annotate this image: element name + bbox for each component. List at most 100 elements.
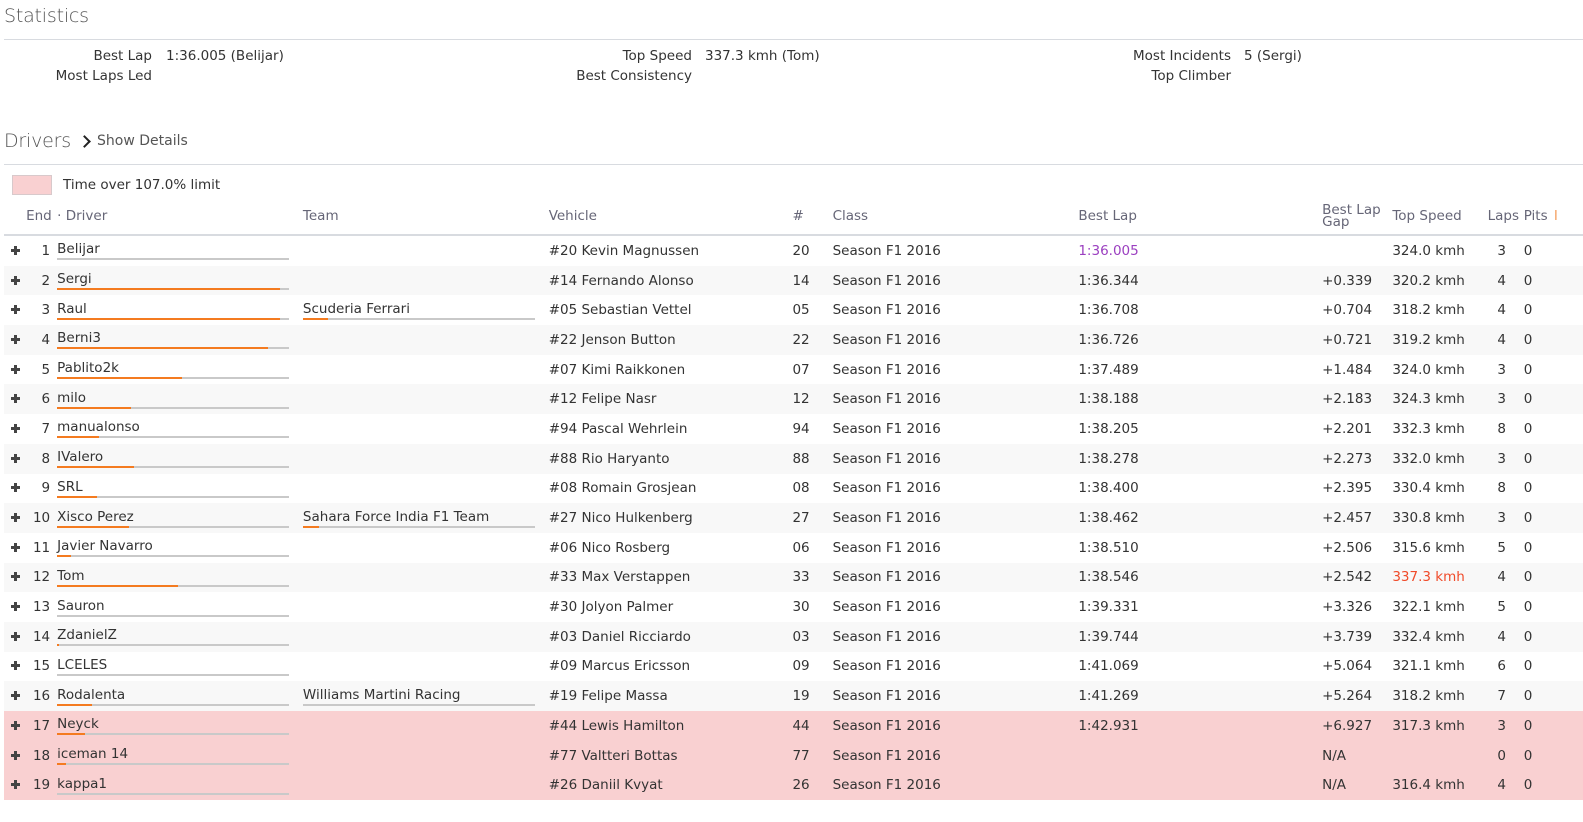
pits-cell: 0	[1523, 599, 1533, 616]
table-row[interactable]: 8 IValero #88 Rio Haryanto 88 Season F1 …	[4, 443, 1583, 474]
expand-cell[interactable]	[4, 355, 26, 385]
team-name-link[interactable]: Williams Martini Racing	[303, 687, 535, 704]
table-row[interactable]: 17 Neyck #44 Lewis Hamilton 44 Season F1…	[4, 711, 1583, 741]
table-row[interactable]: 14 ZdanielZ #03 Daniel Ricciardo 03 Seas…	[4, 621, 1583, 652]
expand-plus-icon[interactable]	[10, 364, 20, 374]
driver-cell: ZdanielZ	[52, 621, 303, 652]
expand-plus-icon[interactable]	[10, 483, 20, 493]
table-row[interactable]: 9 SRL #08 Romain Grosjean 08 Season F1 2…	[4, 474, 1583, 504]
driver-name-link[interactable]: kappa1	[57, 776, 289, 793]
column-header-number[interactable]: #	[792, 197, 833, 236]
pits-cell: 0	[1523, 539, 1533, 556]
driver-name-link[interactable]: LCELES	[57, 657, 289, 674]
expand-cell[interactable]	[4, 770, 27, 801]
expand-plus-icon[interactable]	[10, 305, 20, 315]
show-details-toggle[interactable]: Show Details	[78, 133, 188, 149]
driver-name-link[interactable]: ZdanielZ	[57, 627, 289, 644]
expand-cell[interactable]	[4, 503, 27, 533]
driver-name-link[interactable]: Sauron	[57, 598, 289, 615]
expand-plus-icon[interactable]	[10, 513, 20, 523]
table-row[interactable]: 5 Pablito2k #07 Kimi Raikkonen 07 Season…	[4, 355, 1583, 385]
expand-cell[interactable]	[4, 592, 26, 622]
table-row[interactable]: 19 kappa1 #26 Daniil Kvyat 26 Season F1 …	[4, 770, 1583, 801]
driver-name-link[interactable]: SRL	[57, 479, 289, 496]
driver-name-link[interactable]: Rodalenta	[57, 687, 289, 704]
expand-plus-icon[interactable]	[10, 572, 20, 582]
expand-plus-icon[interactable]	[10, 334, 20, 344]
driver-name-link[interactable]: Belijar	[57, 241, 289, 258]
table-row[interactable]: 11 Javier Navarro #06 Nico Rosberg 06 Se…	[4, 533, 1583, 563]
column-header-best-lap-gap[interactable]: Best Lap Gap	[1322, 197, 1393, 236]
expand-plus-icon[interactable]	[10, 423, 20, 433]
team-name-link[interactable]: Sahara Force India F1 Team	[303, 509, 535, 526]
driver-bar: Sauron	[57, 598, 290, 617]
column-header-incidents[interactable]: I	[1553, 197, 1583, 236]
expand-plus-icon[interactable]	[10, 631, 20, 641]
expand-cell[interactable]	[4, 740, 27, 771]
expand-cell[interactable]	[4, 474, 26, 504]
expand-cell[interactable]	[4, 265, 27, 296]
expand-cell[interactable]	[4, 235, 26, 266]
table-row[interactable]: 16 Rodalenta Williams Martini Racing #19…	[4, 681, 1583, 711]
team-name-link[interactable]: Scuderia Ferrari	[303, 301, 535, 318]
driver-name-link[interactable]: Raul	[57, 301, 289, 318]
expand-plus-icon[interactable]	[10, 602, 20, 612]
column-header-vehicle[interactable]: Vehicle	[548, 197, 793, 236]
expand-plus-icon[interactable]	[10, 275, 20, 285]
expand-plus-icon[interactable]	[10, 661, 20, 671]
expand-plus-icon[interactable]	[10, 780, 20, 790]
column-header-laps[interactable]: Laps	[1487, 197, 1519, 236]
end-position: 17	[26, 711, 53, 741]
driver-name-link[interactable]: Xisco Perez	[57, 509, 289, 526]
column-header-class[interactable]: Class	[832, 197, 1079, 236]
driver-name-link[interactable]: Javier Navarro	[57, 538, 289, 555]
expand-plus-icon[interactable]	[10, 453, 20, 463]
expand-cell[interactable]	[4, 652, 26, 682]
expand-plus-icon[interactable]	[10, 691, 20, 701]
column-header-driver[interactable]: · Driver	[52, 197, 303, 236]
expand-cell[interactable]	[4, 711, 27, 741]
table-row[interactable]: 10 Xisco Perez Sahara Force India F1 Tea…	[4, 503, 1583, 533]
expand-plus-icon[interactable]	[10, 720, 20, 730]
column-header-team[interactable]: Team	[302, 197, 549, 236]
expand-plus-icon[interactable]	[10, 245, 20, 255]
table-row[interactable]: 4 Berni3 #22 Jenson Button 22 Season F1 …	[4, 325, 1583, 355]
expand-cell[interactable]	[4, 443, 27, 474]
column-header-top-speed[interactable]: Top Speed	[1392, 197, 1488, 236]
expand-plus-icon[interactable]	[10, 542, 20, 552]
expand-cell[interactable]	[4, 681, 27, 711]
table-row[interactable]: 15 LCELES #09 Marcus Ericsson 09 Season …	[4, 652, 1583, 682]
table-row[interactable]: 18 iceman 14 #77 Valtteri Bottas 77 Seas…	[4, 740, 1583, 771]
driver-name-link[interactable]: Sergi	[57, 271, 289, 288]
best-lap-cell: 1:36.726	[1078, 325, 1323, 355]
expand-cell[interactable]	[4, 562, 27, 593]
expand-plus-icon[interactable]	[10, 750, 20, 760]
driver-name-link[interactable]: Neyck	[57, 716, 289, 733]
column-header-pits[interactable]: Pits	[1515, 197, 1554, 236]
column-header-end[interactable]: End	[26, 197, 53, 236]
table-row[interactable]: 3 Raul Scuderia Ferrari #05 Sebastian Ve…	[4, 295, 1583, 325]
expand-plus-icon[interactable]	[10, 394, 20, 404]
table-row[interactable]: 7 manualonso #94 Pascal Wehrlein 94 Seas…	[4, 414, 1583, 444]
driver-name-link[interactable]: milo	[57, 390, 289, 407]
column-header-best-lap[interactable]: Best Lap	[1078, 197, 1323, 236]
best-lap-gap-cell: +6.927	[1322, 711, 1393, 741]
driver-bar: IValero	[57, 449, 290, 469]
driver-name-link[interactable]: Tom	[57, 568, 289, 585]
expand-cell[interactable]	[4, 325, 27, 355]
table-row[interactable]: 1 Belijar #20 Kevin Magnussen 20 Season …	[4, 235, 1583, 266]
driver-name-link[interactable]: Berni3	[57, 330, 289, 347]
driver-name-link[interactable]: IValero	[57, 449, 289, 466]
driver-name-link[interactable]: Pablito2k	[57, 360, 289, 377]
expand-cell[interactable]	[4, 533, 26, 563]
table-row[interactable]: 2 Sergi #14 Fernando Alonso 14 Season F1…	[4, 265, 1583, 296]
table-row[interactable]: 6 milo #12 Felipe Nasr 12 Season F1 2016…	[4, 384, 1583, 415]
expand-cell[interactable]	[4, 384, 27, 415]
driver-name-link[interactable]: manualonso	[57, 419, 289, 436]
table-row[interactable]: 13 Sauron #30 Jolyon Palmer 30 Season F1…	[4, 592, 1583, 622]
expand-cell[interactable]	[4, 295, 26, 325]
expand-cell[interactable]	[4, 414, 26, 444]
driver-name-link[interactable]: iceman 14	[57, 746, 289, 763]
expand-cell[interactable]	[4, 621, 27, 652]
table-row[interactable]: 12 Tom #33 Max Verstappen 33 Season F1 2…	[4, 562, 1583, 593]
